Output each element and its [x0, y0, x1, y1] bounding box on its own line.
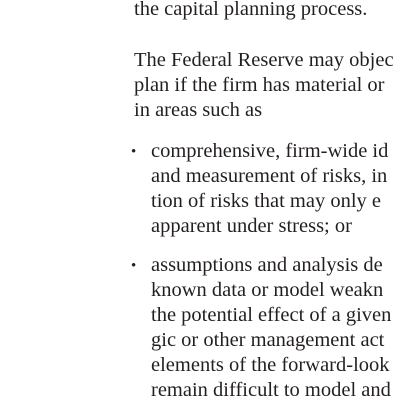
bullet-1-line: comprehensive, firm-wide id	[151, 140, 389, 162]
bullet-2-line: known data or model weakn	[151, 279, 384, 301]
paragraph-main-line: in areas such as	[134, 99, 263, 121]
paragraph-top-line: the capital planning process.	[134, 0, 368, 20]
bullet-2-line: assumptions and analysis de	[151, 254, 383, 276]
bullet-marker: •	[131, 144, 137, 160]
paragraph-main-line: plan if the firm has material or	[134, 74, 385, 96]
document-page: the capital planning process. The Federa…	[0, 0, 400, 400]
paragraph-main-line: The Federal Reserve may objec	[134, 49, 394, 71]
bullet-2-line: gic or other management act	[151, 329, 385, 351]
bullet-2-line: the potential effect of a given	[151, 304, 392, 326]
bullet-2-line: elements of the forward-look	[151, 354, 390, 376]
bullet-1-line: tion of risks that may only e	[151, 190, 382, 212]
bullet-marker: •	[131, 258, 137, 274]
bullet-2-line: remain difficult to model and	[151, 379, 391, 400]
bullet-1-line: apparent under stress; or	[151, 215, 352, 237]
bullet-1-line: and measurement of risks, in	[151, 165, 388, 187]
